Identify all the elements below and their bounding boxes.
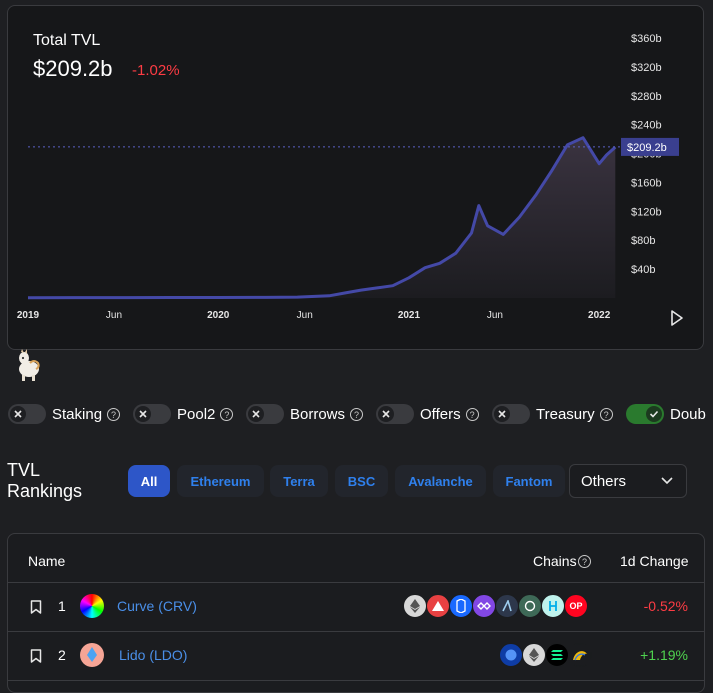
tvl-chart-card: Total TVL $209.2b -1.02% $40b $80b $120b $1… (7, 5, 704, 350)
y-tick-label: $280b (631, 91, 662, 103)
table-row[interactable]: 1 Curve (CRV) OP -0.52% (8, 582, 704, 632)
tab-ethereum[interactable]: Ethereum (177, 465, 264, 497)
help-icon[interactable]: ? (220, 407, 234, 421)
x-tick-label: 2022 (588, 310, 611, 321)
toggle-switch[interactable] (626, 404, 664, 424)
toggle-doublecount[interactable]: Doub (626, 400, 706, 428)
help-icon[interactable]: ? (107, 407, 121, 421)
help-icon[interactable]: ? (599, 407, 613, 421)
kusama-icon[interactable] (568, 643, 592, 667)
toggle-switch[interactable] (133, 404, 171, 424)
toggle-label: Treasury (536, 405, 595, 423)
help-icon[interactable]: ? (350, 407, 364, 421)
protocol-table: Name Chains ? 1d Change 1 Curve (CRV) OP… (7, 533, 705, 693)
header-name[interactable]: Name (28, 553, 65, 569)
x-tick-label: 2019 (17, 310, 40, 321)
fantom-icon[interactable] (449, 594, 473, 618)
y-tick-label: $160b (631, 177, 662, 189)
x-tick-label: Jun (106, 310, 122, 321)
y-tick-label: $360b (631, 33, 662, 45)
table-header: Name Chains ? 1d Change (8, 534, 704, 583)
toggle-treasury[interactable]: Treasury ? (492, 400, 613, 428)
tab-terra[interactable]: Terra (270, 465, 328, 497)
rankings-title-line2: Rankings (7, 481, 83, 501)
rankings-title-line1: TVL (7, 460, 41, 480)
tvl-toggles: Staking ? Pool2 ? Borrows ? Offers ? Tre… (0, 400, 713, 428)
tvl-area (28, 137, 616, 298)
toggle-label: Offers (420, 405, 461, 423)
polygon-icon[interactable] (472, 594, 496, 618)
protocol-name-link[interactable]: Curve (CRV) (117, 598, 197, 614)
help-icon[interactable]: ? (465, 407, 479, 421)
toggle-borrows[interactable]: Borrows ? (246, 400, 364, 428)
tab-all[interactable]: All (128, 465, 170, 497)
ethereum-icon[interactable] (403, 594, 427, 618)
toggle-label: Doub (670, 405, 706, 423)
tab-avalanche[interactable]: Avalanche (395, 465, 486, 497)
rankings-title: TVL Rankings (7, 460, 82, 502)
row-rank: 2 (58, 647, 66, 663)
x-tick-label: Jun (297, 310, 313, 321)
harmony-icon[interactable] (541, 594, 565, 618)
table-row[interactable]: 2 Lido (LDO) +1.19% (8, 631, 704, 681)
chevron-down-icon (661, 477, 673, 485)
protocol-name-link[interactable]: Lido (LDO) (119, 647, 187, 663)
xdai-icon[interactable] (518, 594, 542, 618)
arbitrum-icon[interactable] (495, 594, 519, 618)
optimism-icon[interactable]: OP (564, 594, 588, 618)
x-icon (498, 410, 506, 418)
header-1d-change[interactable]: 1d Change (620, 553, 689, 569)
others-dropdown-label: Others (581, 472, 627, 490)
check-icon (649, 410, 659, 418)
x-icon (382, 410, 390, 418)
toggle-offers[interactable]: Offers ? (376, 400, 479, 428)
toggle-switch[interactable] (246, 404, 284, 424)
toggle-label: Borrows (290, 405, 346, 423)
ethereum-icon[interactable] (522, 643, 546, 667)
x-icon (139, 410, 147, 418)
terra-icon[interactable] (499, 643, 523, 667)
bookmark-icon[interactable] (30, 649, 42, 663)
header-chains: Chains (533, 553, 577, 569)
toggle-label: Staking (52, 405, 103, 423)
tvl-area-chart[interactable]: $40b$80b$120b$160b$200b$240b$280b$320b$3… (8, 6, 704, 350)
chain-icons: OP (403, 594, 588, 618)
help-icon[interactable]: ? (578, 555, 591, 568)
toggle-pool2[interactable]: Pool2 ? (133, 400, 234, 428)
others-dropdown[interactable]: Others (569, 464, 687, 498)
row-1d-change: +1.19% (640, 647, 688, 663)
toggle-label: Pool2 (177, 405, 216, 423)
bookmark-icon[interactable] (30, 600, 42, 614)
toggle-switch[interactable] (8, 404, 46, 424)
y-tick-label: $240b (631, 120, 662, 132)
lido-logo-icon (80, 643, 104, 667)
solana-icon[interactable] (545, 643, 569, 667)
current-value-label: $209.2b (627, 142, 667, 154)
tab-bsc[interactable]: BSC (335, 465, 388, 497)
y-tick-label: $120b (631, 206, 662, 218)
x-icon (14, 410, 22, 418)
toggle-switch[interactable] (376, 404, 414, 424)
y-tick-label: $80b (631, 235, 655, 247)
x-tick-label: Jun (487, 310, 503, 321)
play-icon[interactable] (669, 309, 685, 327)
row-rank: 1 (58, 598, 66, 614)
y-tick-label: $40b (631, 264, 655, 276)
x-tick-label: 2020 (207, 310, 230, 321)
tab-fantom[interactable]: Fantom (493, 465, 565, 497)
chain-icons (499, 643, 592, 667)
curve-logo-icon (80, 594, 104, 618)
x-tick-label: 2021 (398, 310, 421, 321)
row-1d-change: -0.52% (643, 598, 688, 614)
y-tick-label: $320b (631, 62, 662, 74)
toggle-switch[interactable] (492, 404, 530, 424)
llama-mascot-icon (14, 349, 42, 381)
x-icon (252, 410, 260, 418)
avalanche-icon[interactable] (426, 594, 450, 618)
toggle-staking[interactable]: Staking ? (8, 400, 121, 428)
